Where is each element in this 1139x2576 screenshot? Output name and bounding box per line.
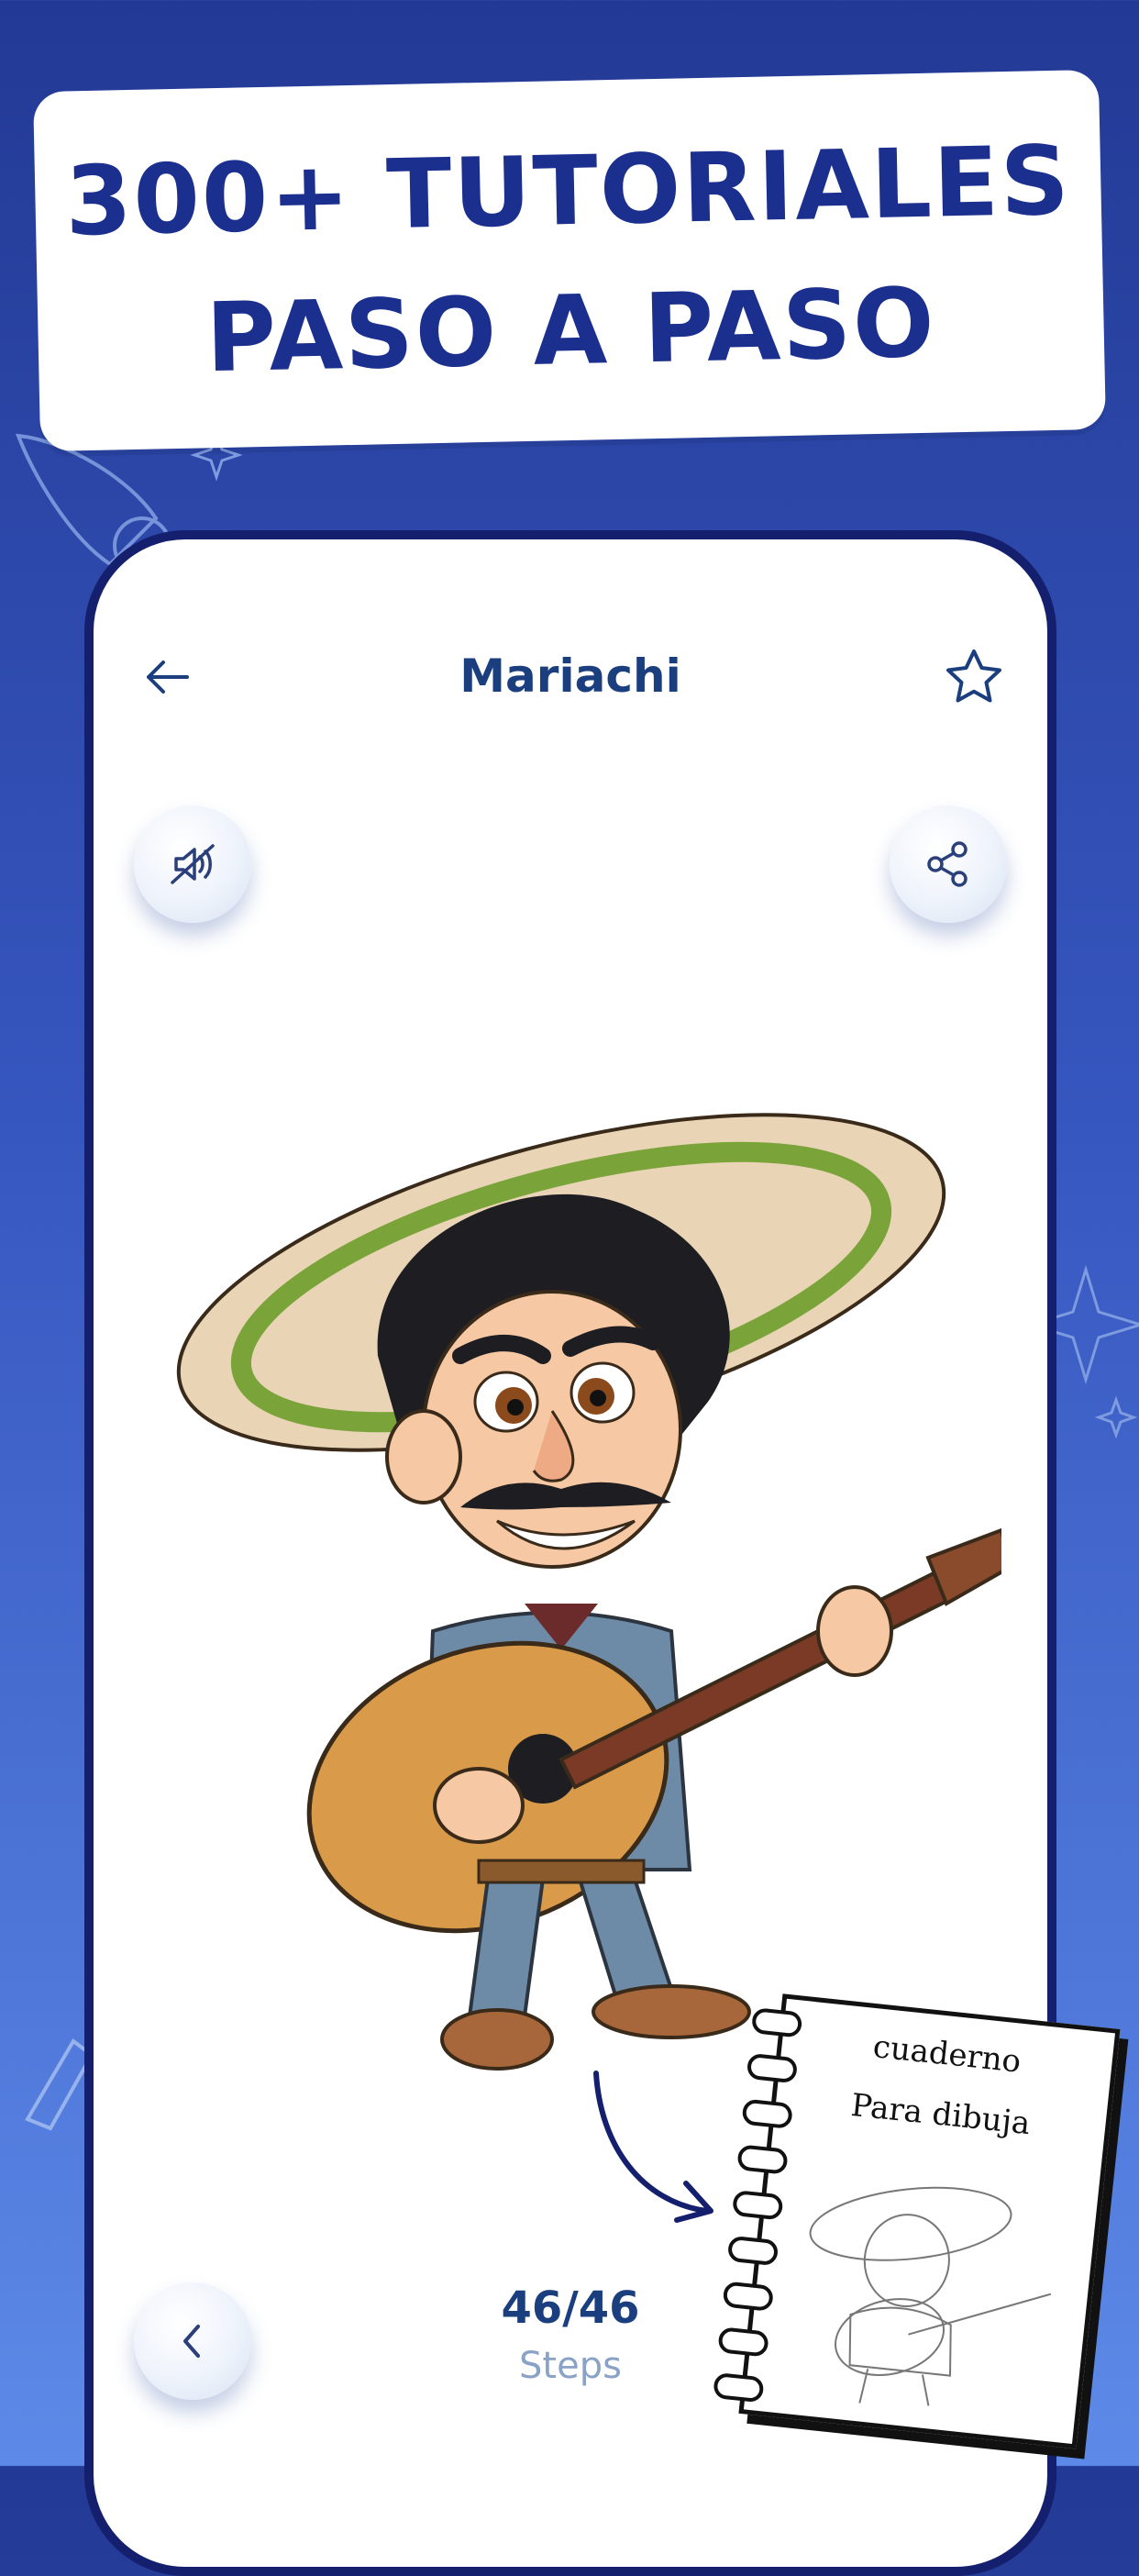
share-button[interactable] [890,805,1007,923]
speaker-muted-icon [171,844,215,884]
star-icon[interactable] [941,644,1007,710]
mute-button[interactable] [134,805,251,923]
sketch-notebook: cuaderno Para dibuja [703,1990,1132,2459]
notebook-title-line2: Para dibuja [849,2086,1033,2143]
curved-arrow-icon [593,2071,713,2223]
page-title: Mariachi [459,650,681,703]
app-header: Mariachi [94,640,1047,714]
promo-banner: 300+ TUTORIALES PASO A PASO [33,69,1106,452]
banner-headline-line1: 300+ TUTORIALES [63,124,1072,258]
banner-headline-line2: PASO A PASO [205,266,937,394]
mariachi-sketch [809,2186,1052,2406]
mariachi-illustration [176,1113,1001,2071]
share-icon [927,841,968,887]
notebook-title-line1: cuaderno [871,2028,1023,2081]
